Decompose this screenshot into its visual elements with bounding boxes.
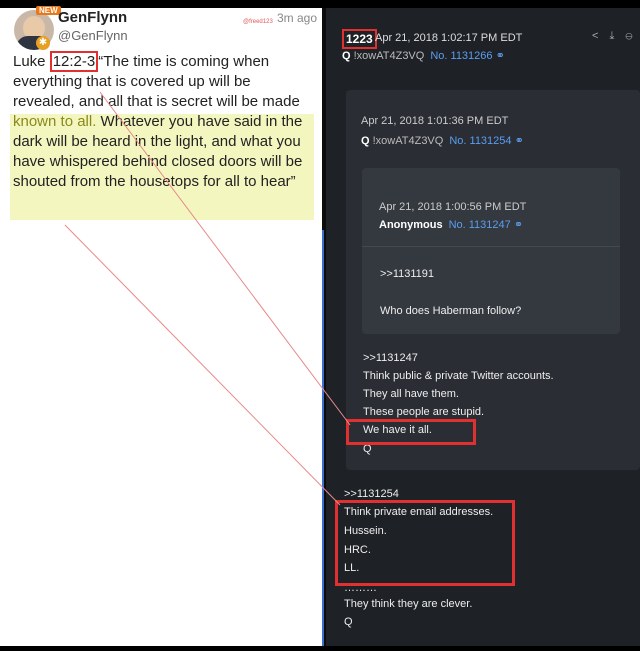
bottom-border — [0, 646, 640, 651]
connector-lines — [64, 91, 351, 506]
